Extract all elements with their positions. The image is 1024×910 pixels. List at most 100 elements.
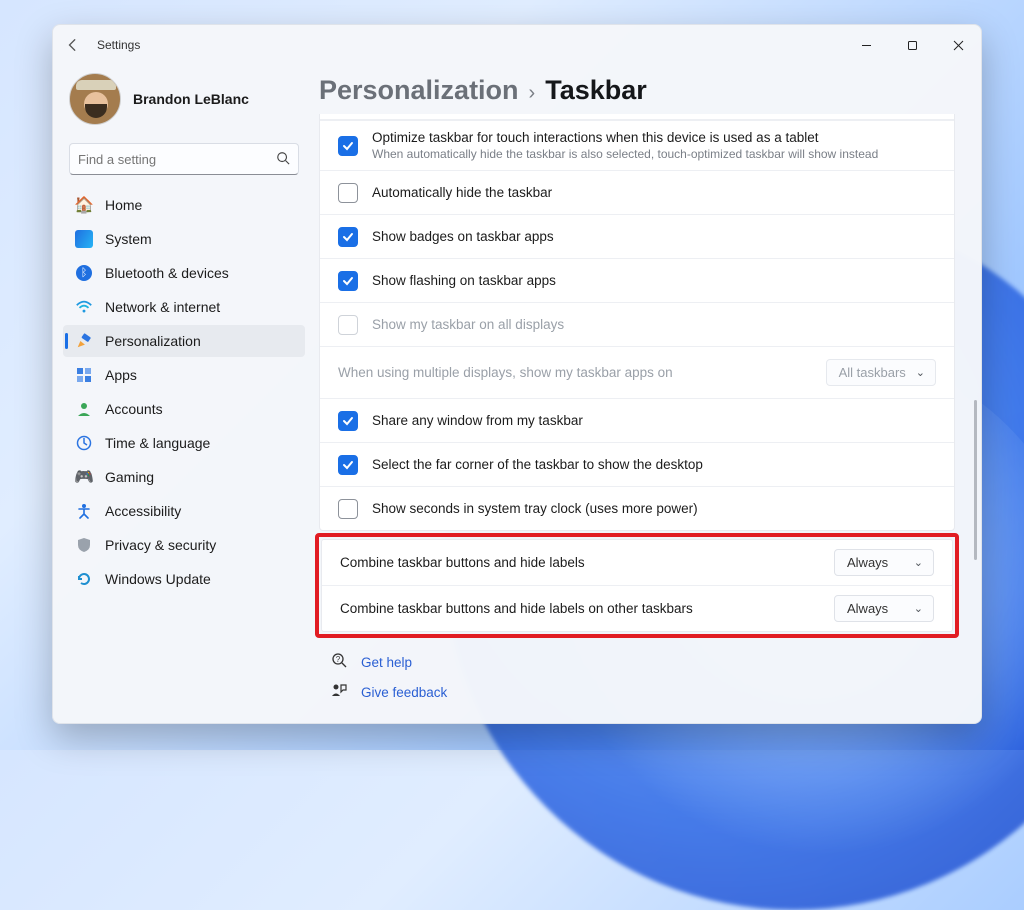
sidebar-item-label: Apps <box>105 367 137 383</box>
combine-other-select[interactable]: Always ⌄ <box>834 595 934 622</box>
get-help-link[interactable]: ? Get help <box>331 652 955 672</box>
setting-label: Select the far corner of the taskbar to … <box>372 457 936 472</box>
footer-links: ? Get help Give feedback <box>319 638 955 702</box>
globe-clock-icon <box>75 434 93 452</box>
sidebar-item-time[interactable]: Time & language <box>63 427 305 459</box>
select-value: Always <box>847 555 888 570</box>
setting-label: Show seconds in system tray clock (uses … <box>372 501 936 516</box>
sidebar-item-label: Bluetooth & devices <box>105 265 229 281</box>
accounts-icon <box>75 400 93 418</box>
update-icon <box>75 570 93 588</box>
setting-auto-hide[interactable]: Automatically hide the taskbar <box>320 170 954 214</box>
setting-label: Show flashing on taskbar apps <box>372 273 936 288</box>
setting-label: When using multiple displays, show my ta… <box>338 365 826 380</box>
sidebar-item-network[interactable]: Network & internet <box>63 291 305 323</box>
search-input[interactable] <box>78 152 276 167</box>
svg-text:?: ? <box>336 655 341 664</box>
accessibility-icon <box>75 502 93 520</box>
setting-label: Automatically hide the taskbar <box>372 185 936 200</box>
back-button[interactable] <box>53 38 93 52</box>
setting-show-seconds[interactable]: Show seconds in system tray clock (uses … <box>320 486 954 530</box>
sidebar-item-label: Accessibility <box>105 503 181 519</box>
search-icon <box>276 151 290 168</box>
sidebar-item-label: Accounts <box>105 401 163 417</box>
setting-show-badges[interactable]: Show badges on taskbar apps <box>320 214 954 258</box>
highlight-annotation: Combine taskbar buttons and hide labels … <box>315 533 959 638</box>
checkbox-checked-icon[interactable] <box>338 411 358 431</box>
maximize-button[interactable] <box>889 29 935 61</box>
setting-description: When automatically hide the taskbar is a… <box>372 147 936 161</box>
setting-show-flashing[interactable]: Show flashing on taskbar apps <box>320 258 954 302</box>
setting-combine-other[interactable]: Combine taskbar buttons and hide labels … <box>322 585 952 631</box>
sidebar-item-accounts[interactable]: Accounts <box>63 393 305 425</box>
setting-optimize-touch[interactable]: Optimize taskbar for touch interactions … <box>320 120 954 170</box>
chevron-right-icon: › <box>529 82 536 105</box>
wifi-icon <box>75 298 93 316</box>
sidebar-item-label: System <box>105 231 152 247</box>
sidebar-item-bluetooth[interactable]: ᛒ Bluetooth & devices <box>63 257 305 289</box>
close-button[interactable] <box>935 29 981 61</box>
app-title: Settings <box>93 38 140 52</box>
setting-multi-display-target: When using multiple displays, show my ta… <box>320 346 954 398</box>
sidebar-item-home[interactable]: 🏠 Home <box>63 189 305 221</box>
sidebar-item-update[interactable]: Windows Update <box>63 563 305 595</box>
sidebar-item-label: Personalization <box>105 333 201 349</box>
checkbox-checked-icon[interactable] <box>338 136 358 156</box>
sidebar-item-personalization[interactable]: Personalization <box>63 325 305 357</box>
sidebar-item-label: Time & language <box>105 435 210 451</box>
sidebar: Brandon LeBlanc 🏠 Home System <box>53 61 315 723</box>
multi-display-select: All taskbars ⌄ <box>826 359 936 386</box>
checkbox-disabled-icon <box>338 315 358 335</box>
chevron-down-icon: ⌄ <box>914 556 923 569</box>
setting-combine-main[interactable]: Combine taskbar buttons and hide labels … <box>322 540 952 585</box>
titlebar: Settings <box>53 25 981 61</box>
sidebar-nav: 🏠 Home System ᛒ Bluetooth & devices Netw… <box>63 189 305 595</box>
checkbox-unchecked-icon[interactable] <box>338 183 358 203</box>
system-icon <box>75 230 93 248</box>
sidebar-item-accessibility[interactable]: Accessibility <box>63 495 305 527</box>
minimize-icon <box>861 40 872 51</box>
home-icon: 🏠 <box>75 196 93 214</box>
help-icon: ? <box>331 652 349 672</box>
sidebar-item-privacy[interactable]: Privacy & security <box>63 529 305 561</box>
checkbox-checked-icon[interactable] <box>338 227 358 247</box>
user-name: Brandon LeBlanc <box>133 91 249 107</box>
arrow-left-icon <box>66 38 80 52</box>
sidebar-item-label: Privacy & security <box>105 537 216 553</box>
sidebar-item-label: Windows Update <box>105 571 211 587</box>
gaming-icon: 🎮 <box>75 468 93 486</box>
select-value: Always <box>847 601 888 616</box>
apps-icon <box>75 366 93 384</box>
select-value: All taskbars <box>839 365 906 380</box>
content-scroll[interactable]: Optimize taskbar for touch interactions … <box>315 114 981 723</box>
checkbox-checked-icon[interactable] <box>338 271 358 291</box>
breadcrumb: Personalization › Taskbar <box>315 61 981 114</box>
feedback-icon <box>331 682 349 702</box>
setting-label: Show my taskbar on all displays <box>372 317 936 332</box>
scrollbar-thumb[interactable] <box>974 400 977 560</box>
setting-label: Optimize taskbar for touch interactions … <box>372 130 818 145</box>
chevron-down-icon: ⌄ <box>914 602 923 615</box>
close-icon <box>953 40 964 51</box>
combine-buttons-card: Combine taskbar buttons and hide labels … <box>321 539 953 632</box>
link-label: Give feedback <box>361 685 447 700</box>
combine-main-select[interactable]: Always ⌄ <box>834 549 934 576</box>
setting-label: Combine taskbar buttons and hide labels <box>340 555 834 570</box>
breadcrumb-root[interactable]: Personalization <box>319 75 519 106</box>
checkbox-checked-icon[interactable] <box>338 455 358 475</box>
setting-share-window[interactable]: Share any window from my taskbar <box>320 398 954 442</box>
profile[interactable]: Brandon LeBlanc <box>63 65 305 139</box>
checkbox-unchecked-icon[interactable] <box>338 499 358 519</box>
minimize-button[interactable] <box>843 29 889 61</box>
maximize-icon <box>907 40 918 51</box>
give-feedback-link[interactable]: Give feedback <box>331 682 955 702</box>
sidebar-item-system[interactable]: System <box>63 223 305 255</box>
sidebar-item-gaming[interactable]: 🎮 Gaming <box>63 461 305 493</box>
shield-icon <box>75 536 93 554</box>
setting-label: Share any window from my taskbar <box>372 413 936 428</box>
setting-far-corner[interactable]: Select the far corner of the taskbar to … <box>320 442 954 486</box>
main-pane: Personalization › Taskbar Optimize taskb… <box>315 61 981 723</box>
search-box[interactable] <box>69 143 299 175</box>
setting-label: Show badges on taskbar apps <box>372 229 936 244</box>
sidebar-item-apps[interactable]: Apps <box>63 359 305 391</box>
